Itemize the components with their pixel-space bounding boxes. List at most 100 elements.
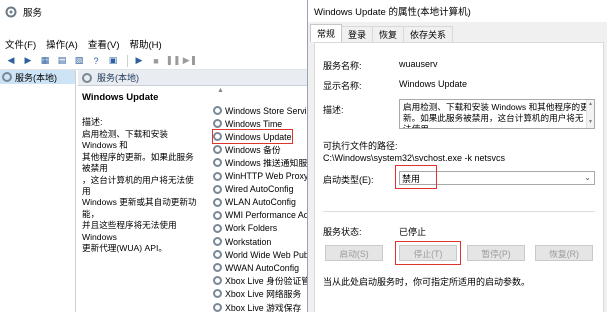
stop-button-highlight <box>395 241 461 265</box>
service-name-value: wuauserv <box>399 59 438 69</box>
services-window: 服务 文件(F) 操作(A) 查看(V) 帮助(H) ◀ ▶ ▦ ▤ ▧ ? ▣… <box>0 0 322 312</box>
gear-icon <box>213 106 222 115</box>
stop-service-icon[interactable]: ■ <box>149 54 163 68</box>
description-textbox[interactable]: 启用检测、下载和安装 Windows 和其他程序的更新。如果此服务被禁用，这台计… <box>399 99 595 129</box>
menu-help[interactable]: 帮助(H) <box>124 37 166 51</box>
service-row[interactable]: Work Folders <box>213 222 277 235</box>
description-text: 启用检测、下载和安装 Windows 和其他程序的更新。如果此服务被禁用，这台计… <box>403 102 589 129</box>
service-name-row: 服务名称: wuauserv <box>323 59 438 72</box>
gear-icon <box>213 158 222 168</box>
menu-file[interactable]: 文件(F) <box>0 37 41 51</box>
gear-icon <box>213 210 222 220</box>
pane-header-label: 服务(本地) <box>97 73 139 83</box>
service-detail-desc: 启用检测、下载和安装 Windows 和 其他程序的更新。如果此服务被禁用 ，这… <box>82 129 200 254</box>
services-menubar: 文件(F) 操作(A) 查看(V) 帮助(H) <box>0 36 320 52</box>
exe-path-label: 可执行文件的路径: <box>323 141 398 151</box>
general-tab-panel: 服务名称: wuauserv 显示名称: Windows Update 描述: … <box>314 42 604 312</box>
service-row-selected[interactable]: Windows Update <box>212 129 293 145</box>
service-row[interactable]: Xbox Live 游戏保存 <box>213 301 301 312</box>
service-row[interactable]: WMI Performance Ada <box>213 209 314 222</box>
service-name: WLAN AutoConfig <box>225 197 296 208</box>
services-tree-pane: 服务(本地) <box>0 70 76 312</box>
console-tree-icon[interactable]: ▦ <box>38 54 52 68</box>
refresh-icon[interactable]: ▤ <box>55 54 69 68</box>
desc-line: 启用检测、下载和安装 Windows 和 <box>82 129 168 151</box>
service-name: Work Folders <box>225 223 278 234</box>
gear-icon <box>213 276 222 286</box>
service-detail-title: Windows Update <box>82 92 159 103</box>
description-row: 描述: <box>323 103 344 116</box>
start-service-icon[interactable]: ▶ <box>132 54 146 68</box>
service-name: Windows 备份 <box>225 145 281 156</box>
display-name-label: 显示名称: <box>323 81 362 91</box>
service-name: Windows Time <box>225 118 283 129</box>
service-row[interactable]: Xbox Live 身份验证管理 <box>213 274 319 287</box>
service-name: Windows 推送通知服务 <box>225 158 316 169</box>
gear-icon <box>213 145 222 155</box>
service-name: Windows Update <box>225 131 292 142</box>
tab-recovery[interactable]: 恢复 <box>372 26 405 42</box>
resume-button[interactable]: 恢复(R) <box>535 245 593 261</box>
service-row[interactable]: Wired AutoConfig <box>213 183 293 196</box>
gear-icon <box>213 171 222 181</box>
service-row[interactable]: Windows Store Service <box>213 104 316 117</box>
display-name-row: 显示名称: Windows Update <box>323 79 467 92</box>
service-detail-panel: Windows Update 描述: 启用检测、下载和安装 Windows 和 … <box>78 86 204 312</box>
services-window-title: 服务 <box>23 8 43 19</box>
section-divider <box>323 211 595 212</box>
gear-icon <box>213 250 222 260</box>
desc-line: Windows 更新或其自动更新功能， <box>82 197 197 219</box>
pause-service-icon[interactable]: ❚❚ <box>165 54 180 68</box>
service-row[interactable]: Windows 备份 <box>213 143 281 156</box>
forward-arrow-icon[interactable]: ▶ <box>21 54 35 68</box>
desc-line: 更新代理(WUA) API。 <box>82 243 167 254</box>
gear-icon <box>213 119 222 129</box>
desc-line: 其他程序的更新。如果此服务被禁用 <box>82 151 194 174</box>
tab-dependencies[interactable]: 依存关系 <box>403 26 454 42</box>
services-titlebar: 服务 <box>0 0 320 24</box>
tree-item-services-local[interactable]: 服务(本地) <box>0 70 75 84</box>
service-name-label: 服务名称: <box>323 61 362 71</box>
start-button[interactable]: 启动(S) <box>325 245 383 261</box>
service-row[interactable]: Windows Time <box>213 117 282 130</box>
service-name: Xbox Live 身份验证管理 <box>225 276 319 287</box>
tab-logon[interactable]: 登录 <box>341 26 374 42</box>
dialog-tabs: 常规 登录 恢复 依存关系 <box>310 24 454 42</box>
service-name: WWAN AutoConfig <box>225 262 299 273</box>
startup-type-highlight <box>395 165 437 189</box>
service-name: Wired AutoConfig <box>225 184 294 195</box>
help-icon[interactable]: ? <box>89 54 103 68</box>
service-row[interactable]: WLAN AutoConfig <box>213 196 296 209</box>
service-row[interactable]: WinHTTP Web Proxy Au <box>213 170 321 183</box>
service-name: Windows Store Service <box>225 105 316 116</box>
services-pane-header: 服务(本地) <box>78 70 320 86</box>
dialog-title: Windows Update 的属性(本地计算机) <box>314 7 471 18</box>
chevron-down-icon: ⌄ <box>584 173 591 182</box>
service-row[interactable]: Xbox Live 网络服务 <box>213 287 301 300</box>
tab-general[interactable]: 常规 <box>310 24 343 42</box>
menu-action[interactable]: 操作(A) <box>41 37 83 51</box>
sort-up-icon[interactable]: ▲ <box>217 87 224 94</box>
desc-line: 并且这些程序将无法使用 Windows <box>82 220 177 242</box>
description-scrollbar[interactable] <box>586 100 594 128</box>
gear-icon <box>213 237 222 246</box>
gear-icon <box>213 263 222 273</box>
service-row[interactable]: WWAN AutoConfig <box>213 261 299 274</box>
restart-service-icon[interactable]: ▶❚ <box>183 54 197 68</box>
properties-icon[interactable]: ▣ <box>106 54 120 68</box>
export-list-icon[interactable]: ▧ <box>72 54 86 68</box>
back-arrow-icon[interactable]: ◀ <box>4 54 18 68</box>
desc-line: ，这台计算机的用户将无法使用 <box>82 174 194 197</box>
service-row[interactable]: World Wide Web Publi <box>213 248 313 261</box>
service-row[interactable]: Windows 推送通知服务 <box>213 156 316 169</box>
gear-icon <box>213 184 222 194</box>
tree-item-label: 服务(本地) <box>15 72 57 83</box>
dialog-body: 常规 登录 恢复 依存关系 服务名称: wuauserv 显示名称: Windo… <box>308 22 607 312</box>
service-row[interactable]: Workstation <box>213 235 271 248</box>
menu-view[interactable]: 查看(V) <box>83 37 125 51</box>
gear-icon <box>213 223 222 233</box>
service-name: Xbox Live 游戏保存 <box>225 302 302 312</box>
properties-dialog: Windows Update 的属性(本地计算机) 常规 登录 恢复 依存关系 … <box>307 0 607 312</box>
gear-icon <box>2 72 12 82</box>
pause-button[interactable]: 暂停(P) <box>467 245 525 261</box>
